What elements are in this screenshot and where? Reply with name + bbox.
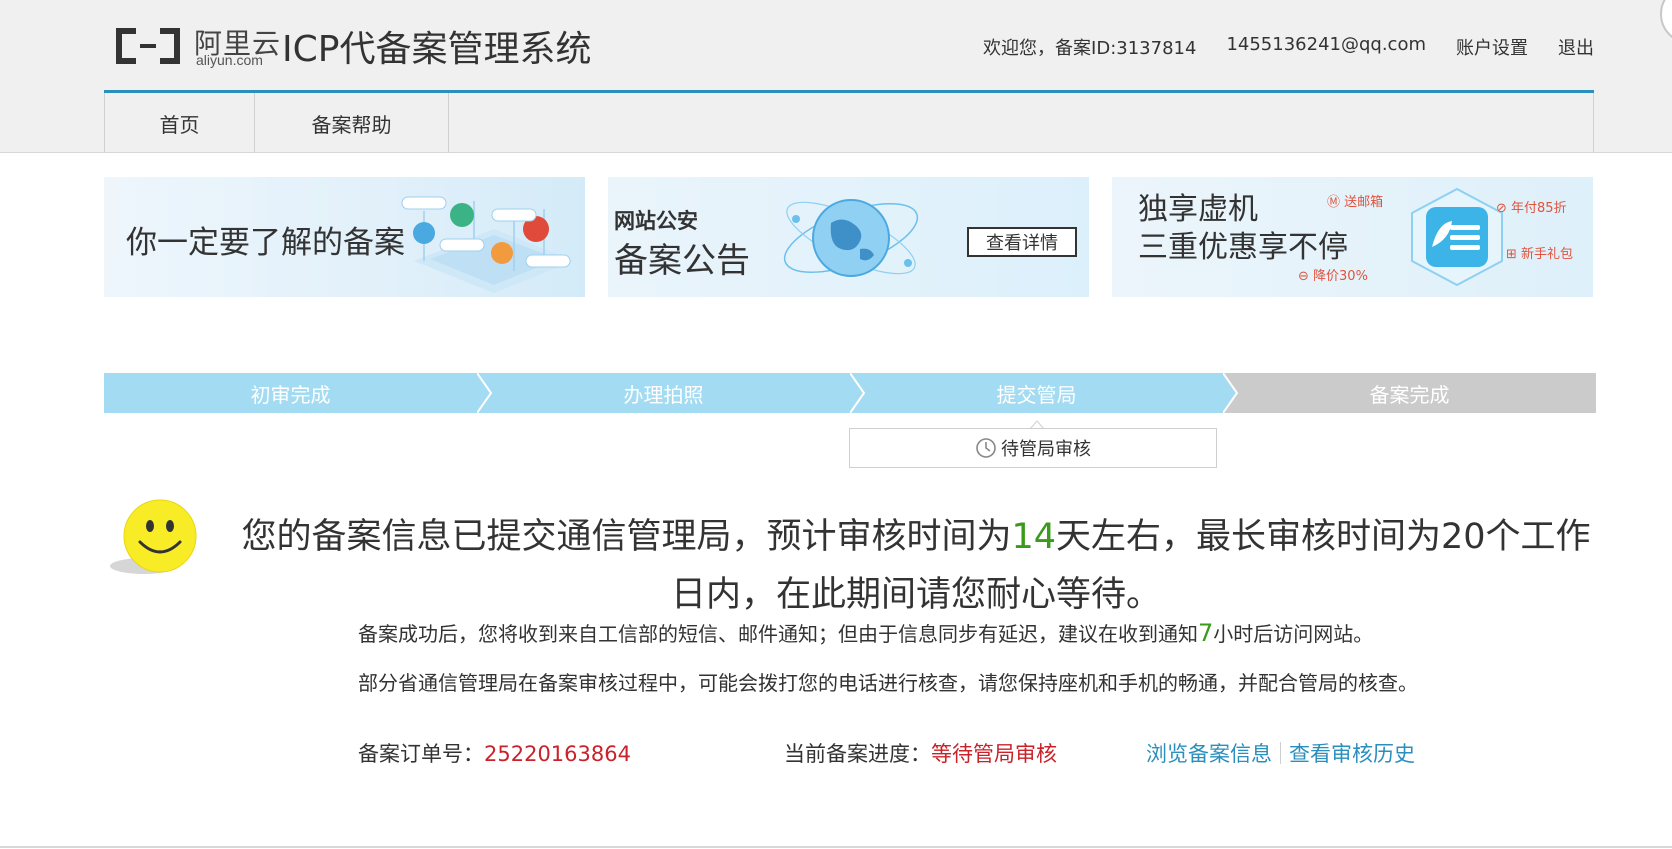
promo-tag-mail: Ⓜ 送邮箱 [1327,195,1384,210]
logo-text-en: aliyun.com [196,52,263,68]
account-settings-link[interactable]: 账户设置 [1456,34,1528,60]
aliyun-logo[interactable]: 阿里云 aliyun.com [112,22,282,70]
notice-phone-check: 部分省通信管理局在备案审核过程中，可能会拨打您的电话进行核查，请您保持座机和手机… [358,671,1418,695]
substatus-text: 待管局审核 [1001,439,1091,460]
banner-kicker: 网站公安 [614,209,698,233]
globe-icon [783,199,919,277]
user-nav: 欢迎您，备案ID:3137814 1455136241@qq.com 账户设置 … [983,34,1594,60]
step-separator-icon [477,373,493,413]
review-history-link[interactable]: 查看审核历史 [1289,738,1415,768]
smiley-icon [110,499,197,574]
banner-headline: 备案公告 [614,241,750,281]
progress-label: 当前备案进度： [784,742,931,766]
notice-sync: 备案成功后，您将收到来自工信部的短信、邮件通知；但由于信息同步有延迟，建议在收到… [358,619,1374,647]
promo-tag-price: ⊖ 降价30% [1298,269,1368,284]
step-photo: 办理拍照 [477,373,850,413]
substatus-box: 待管局审核 [849,428,1217,468]
banner-vhost-promo[interactable]: 独享虚机 三重优惠享不停 Ⓜ 送邮箱 ⊘ 年付85折 ⊖ 降价30% ⊞ 新手礼… [1112,177,1593,297]
review-days: 14 [1011,517,1056,557]
banner-announcement[interactable]: 网站公安 备案公告 查看详情 [608,177,1089,297]
header: 阿里云 aliyun.com ICP代备案管理系统 欢迎您，备案ID:31378… [104,0,1594,93]
current-progress: 当前备案进度：等待管局审核 [784,738,1057,768]
step-submit-bureau: 提交管局 [850,373,1223,413]
view-details-button[interactable]: 查看详情 [967,227,1077,257]
order-label: 备案订单号： [358,742,484,766]
progress-steps: 初审完成 办理拍照 提交管局 备案完成 [104,373,1596,413]
aliyun-logo-icon [116,28,180,64]
wait-hours: 7 [1198,619,1214,647]
step-complete: 备案完成 [1223,373,1596,413]
link-divider [1280,742,1281,764]
promo-tag-discount: ⊘ 年付85折 [1496,201,1567,216]
banner-headline: 你一定要了解的备案 [126,225,405,261]
step-separator-icon [850,373,866,413]
banner-headline-line2: 三重优惠享不停 [1138,230,1348,265]
progress-value: 等待管局审核 [931,742,1057,766]
promo-tag-gift: ⊞ 新手礼包 [1506,247,1574,262]
main-nav: 首页 备案帮助 [104,93,1594,153]
system-title: ICP代备案管理系统 [282,29,592,70]
step-separator-icon [1223,373,1239,413]
order-value: 25220163864 [484,742,631,766]
step-first-review: 初审完成 [104,373,477,413]
nav-item-help[interactable]: 备案帮助 [255,93,449,153]
bottom-divider [0,846,1672,848]
user-email: 1455136241@qq.com [1226,34,1426,55]
banner-headline-line1: 独享虚机 [1138,192,1258,227]
info-links: 浏览备案信息 查看审核历史 [1146,738,1415,768]
nav-item-home[interactable]: 首页 [105,93,255,153]
welcome-text: 欢迎您，备案ID:3137814 [983,38,1197,59]
banner-headline: 独享虚机 三重优惠享不停 [1138,191,1348,267]
browse-filing-link[interactable]: 浏览备案信息 [1146,738,1272,768]
order-number: 备案订单号：25220163864 [358,738,631,768]
main-message: 您的备案信息已提交通信管理局，预计审核时间为14天左右，最长审核时间为20个工作… [241,517,1591,615]
banner-must-know[interactable]: 你一定要了解的备案 [104,177,585,297]
logout-link[interactable]: 退出 [1558,34,1594,60]
clock-icon [976,438,996,458]
process-illustration-icon [401,196,574,293]
